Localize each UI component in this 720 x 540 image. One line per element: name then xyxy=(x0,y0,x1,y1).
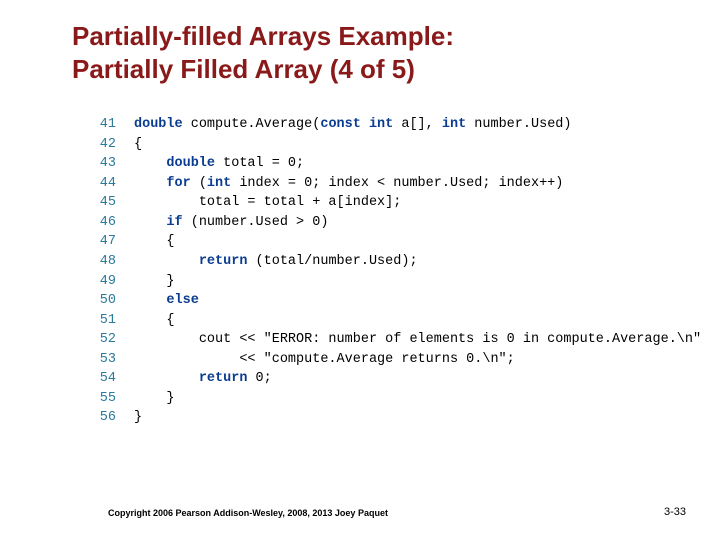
code-text: return 0; xyxy=(134,371,272,386)
code-text: } xyxy=(134,274,175,289)
line-number: 48 xyxy=(88,252,116,272)
code-line: 47 { xyxy=(88,232,720,252)
slide: Partially-filled Arrays Example: Partial… xyxy=(0,0,720,540)
code-text: } xyxy=(134,391,175,406)
line-number: 42 xyxy=(88,135,116,155)
code-line: 45 total = total + a[index]; xyxy=(88,193,720,213)
code-text: double total = 0; xyxy=(134,156,304,171)
code-line: 56} xyxy=(88,408,720,428)
line-number: 55 xyxy=(88,389,116,409)
code-line: 54 return 0; xyxy=(88,369,720,389)
code-text: cout << "ERROR: number of elements is 0 … xyxy=(134,332,701,347)
code-text: for (int index = 0; index < number.Used;… xyxy=(134,176,563,191)
code-text: double compute.Average(const int a[], in… xyxy=(134,117,572,132)
code-text: { xyxy=(134,313,175,328)
code-line: 46 if (number.Used > 0) xyxy=(88,213,720,233)
code-line: 50 else xyxy=(88,291,720,311)
line-number: 53 xyxy=(88,350,116,370)
code-text: if (number.Used > 0) xyxy=(134,215,328,230)
line-number: 49 xyxy=(88,272,116,292)
code-line: 43 double total = 0; xyxy=(88,154,720,174)
code-line: 52 cout << "ERROR: number of elements is… xyxy=(88,330,720,350)
title-line-2: Partially Filled Array (4 of 5) xyxy=(72,53,680,86)
line-number: 51 xyxy=(88,311,116,331)
page-number: 3-33 xyxy=(664,506,686,518)
code-text: return (total/number.Used); xyxy=(134,254,418,269)
title-line-1: Partially-filled Arrays Example: xyxy=(72,20,680,53)
code-line: 49 } xyxy=(88,272,720,292)
code-text: { xyxy=(134,234,175,249)
code-text: << "compute.Average returns 0.\n"; xyxy=(134,352,515,367)
code-line: 51 { xyxy=(88,311,720,331)
line-number: 45 xyxy=(88,193,116,213)
code-line: 41 double compute.Average(const int a[], … xyxy=(88,115,720,135)
code-text: total = total + a[index]; xyxy=(134,195,401,210)
code-line: 55 } xyxy=(88,389,720,409)
line-number: 56 xyxy=(88,408,116,428)
code-text: } xyxy=(134,410,142,425)
copyright-text: Copyright 2006 Pearson Addison-Wesley, 2… xyxy=(108,508,388,518)
code-line: 44 for (int index = 0; index < number.Us… xyxy=(88,174,720,194)
line-number: 54 xyxy=(88,369,116,389)
line-number: 43 xyxy=(88,154,116,174)
line-number: 50 xyxy=(88,291,116,311)
code-line: 53 << "compute.Average returns 0.\n"; xyxy=(88,350,720,370)
code-text: { xyxy=(134,137,142,152)
slide-title: Partially-filled Arrays Example: Partial… xyxy=(0,20,720,85)
line-number: 47 xyxy=(88,232,116,252)
code-line: 48 return (total/number.Used); xyxy=(88,252,720,272)
line-number: 41 xyxy=(88,115,116,135)
line-number: 52 xyxy=(88,330,116,350)
line-number: 44 xyxy=(88,174,116,194)
code-text: else xyxy=(134,293,199,308)
line-number: 46 xyxy=(88,213,116,233)
code-line: 42 { xyxy=(88,135,720,155)
code-block: 41 double compute.Average(const int a[], … xyxy=(0,115,720,428)
